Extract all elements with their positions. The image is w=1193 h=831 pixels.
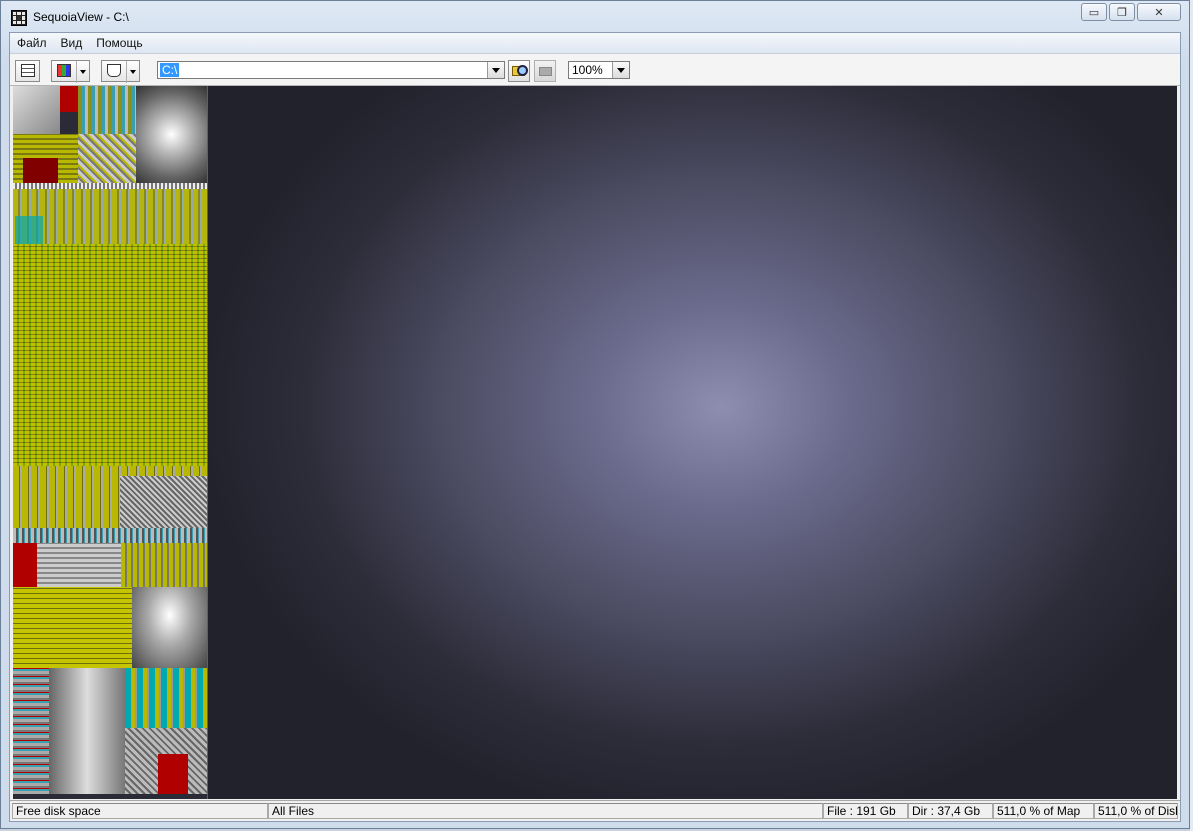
treemap-block[interactable] — [78, 134, 136, 183]
app-window: SequoiaView - C:\ ▭ ❐ ✕ Файл Вид Помощь — [0, 0, 1190, 829]
close-button[interactable]: ✕ — [1137, 3, 1181, 21]
treemap-block[interactable] — [13, 668, 49, 794]
treemap-block[interactable] — [158, 754, 188, 794]
title-bar[interactable]: SequoiaView - C:\ ▭ ❐ ✕ — [1, 1, 1189, 33]
minimize-icon: ▭ — [1088, 6, 1100, 19]
filter-dropdown-arrow[interactable] — [126, 61, 139, 83]
colors-button[interactable] — [51, 60, 90, 83]
path-combobox[interactable]: C:\ — [157, 61, 505, 79]
select-files-button[interactable] — [15, 60, 40, 82]
status-dir-size: Dir : 37,4 Gb — [908, 803, 993, 819]
path-dropdown-arrow[interactable] — [487, 62, 504, 78]
free-disk-space-block[interactable] — [208, 86, 1177, 799]
zoom-combobox[interactable]: 100% — [568, 61, 630, 79]
client-area: Файл Вид Помощь C:\ 100% Free disk space… — [9, 32, 1181, 822]
minimize-button[interactable]: ▭ — [1081, 3, 1107, 21]
zoom-dropdown-arrow[interactable] — [612, 62, 629, 78]
restore-button[interactable]: ❐ — [1109, 3, 1135, 21]
filter-button[interactable] — [101, 60, 140, 83]
colors-dropdown-arrow[interactable] — [76, 61, 89, 83]
menu-file[interactable]: Файл — [10, 36, 54, 50]
zoom-value: 100% — [572, 63, 603, 77]
menu-view[interactable]: Вид — [54, 36, 90, 50]
status-map-percent: 511,0 % of Map — [993, 803, 1094, 819]
treemap-block[interactable] — [37, 543, 121, 587]
filter-icon — [107, 64, 121, 77]
status-bar: Free disk space All Files File : 191 Gb … — [10, 800, 1180, 821]
treemap-block[interactable] — [121, 543, 207, 587]
close-icon: ✕ — [1154, 6, 1164, 19]
status-filter: All Files — [268, 803, 823, 819]
treemap-block[interactable] — [120, 476, 207, 528]
status-disk-percent: 511,0 % of Disk — [1094, 803, 1178, 819]
treemap-block[interactable] — [13, 587, 132, 668]
caption-buttons: ▭ ❐ ✕ — [1079, 3, 1181, 21]
treemap-block[interactable] — [15, 216, 43, 244]
treemap-block[interactable] — [13, 86, 60, 134]
status-selected-item: Free disk space — [12, 803, 268, 819]
treemap-block[interactable] — [13, 543, 37, 587]
treemap-block[interactable] — [136, 86, 207, 183]
toolbar: C:\ 100% — [10, 54, 1180, 86]
treemap-block[interactable] — [49, 668, 125, 794]
restore-icon: ❐ — [1117, 6, 1127, 19]
menu-bar: Файл Вид Помощь — [10, 33, 1180, 54]
window-title: SequoiaView - C:\ — [33, 10, 129, 24]
directory-treemap[interactable] — [13, 86, 208, 799]
checklist-icon — [21, 64, 35, 77]
color-scheme-icon — [57, 64, 71, 77]
sequoiaview-app-icon[interactable] — [11, 10, 27, 26]
treemap-block[interactable] — [78, 86, 136, 134]
treemap-block[interactable] — [132, 587, 207, 668]
treemap-view[interactable] — [13, 86, 1177, 799]
treemap-block[interactable] — [23, 158, 58, 183]
treemap-block[interactable] — [60, 86, 78, 112]
treemap-block[interactable] — [13, 244, 207, 466]
menu-help[interactable]: Помощь — [89, 36, 149, 50]
path-value: C:\ — [160, 63, 180, 77]
treemap-block[interactable] — [13, 528, 207, 543]
status-file-size: File : 191 Gb — [823, 803, 908, 819]
camera-icon — [539, 67, 552, 76]
treemap-block[interactable] — [125, 668, 207, 728]
magnifier-icon — [517, 65, 528, 76]
camera-button[interactable] — [534, 60, 556, 82]
browse-folder-button[interactable] — [508, 60, 530, 82]
